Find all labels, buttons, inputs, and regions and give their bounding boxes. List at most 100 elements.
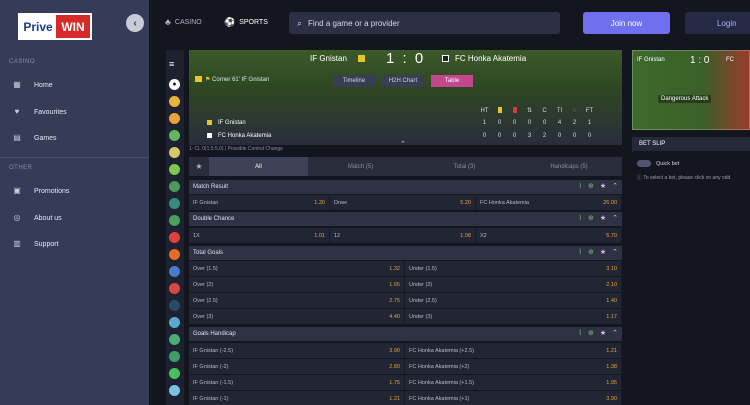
star-icon[interactable]: ★ (600, 182, 606, 190)
chevron-up-icon[interactable]: ⌃ (612, 214, 618, 222)
market-header-match-result[interactable]: Match Result ⌇ ⊕ ★ ⌃ (189, 180, 622, 194)
sidebar-item-about-us[interactable]: ◎ About us (0, 208, 149, 228)
quick-bet-toggle[interactable]: Quick bet (637, 160, 679, 167)
info-icon[interactable]: ⊕ (588, 214, 594, 222)
toggle-switch[interactable] (637, 160, 651, 167)
table-tennis-icon[interactable] (169, 334, 180, 345)
esports-icon[interactable] (169, 300, 180, 311)
odd-cell[interactable]: IF Gnistan (-2) 2.80 (189, 359, 405, 374)
collapse-header-icon[interactable]: ⌃ (400, 140, 406, 148)
stats-chart-icon[interactable]: ⌇ (579, 214, 582, 222)
odd-cell[interactable]: Over (2) 1.65 (189, 277, 405, 292)
tab-casino[interactable]: ♣ CASINO (165, 17, 202, 27)
odd-cell[interactable]: FC Honka Akatemia (+2.5) 1.21 (405, 343, 622, 358)
odd-cell[interactable]: FC Honka Akatemia (+1.5) 1.95 (405, 375, 622, 390)
odd-cell[interactable]: 12 1.08 (330, 228, 476, 243)
field-hockey-icon[interactable] (169, 215, 180, 226)
info-icon[interactable]: ⊕ (588, 182, 594, 190)
darts-icon[interactable] (169, 317, 180, 328)
search-input[interactable]: ⌕ Find a game or a provider (289, 12, 560, 34)
market-icons: ⌇ ⊕ ★ ⌃ (579, 329, 618, 337)
bet-slip-header[interactable]: BET SLIP (632, 137, 750, 151)
odd-cell[interactable]: IF Gnistan (-1.5) 1.75 (189, 375, 405, 390)
odd-cell[interactable]: Under (2) 2.10 (405, 277, 622, 292)
collapse-sidebar-button[interactable]: ‹ (126, 14, 144, 32)
chevron-up-icon[interactable]: ⌃ (612, 248, 618, 256)
golf-icon[interactable] (169, 198, 180, 209)
login-button[interactable]: Login (685, 12, 750, 34)
basketball-icon[interactable] (169, 96, 180, 107)
sidebar-item-games[interactable]: ▤ Games (0, 128, 149, 148)
info-icon[interactable]: ⊕ (588, 329, 594, 337)
brand-logo[interactable]: Prive WIN (18, 13, 92, 40)
odd-cell[interactable]: Over (2.5) 2.75 (189, 293, 405, 308)
odd-cell[interactable]: Over (1.5) 1.32 (189, 261, 405, 276)
join-now-button[interactable]: Join now (583, 12, 670, 34)
selection-label: Draw (334, 199, 347, 206)
tennis-icon[interactable] (169, 113, 180, 124)
stat-value: 0 (497, 119, 502, 126)
soccer-icon[interactable]: ● (169, 79, 180, 90)
tab-table[interactable]: Table (431, 75, 473, 87)
odd-cell[interactable]: FC Honka Akatemia 26.00 (476, 195, 622, 210)
sidebar-item-support[interactable]: ▥ Support (0, 234, 149, 254)
tab-total[interactable]: Total (3) (413, 157, 516, 176)
odd-cell[interactable]: Draw 5.20 (330, 195, 476, 210)
selection-label: Under (3) (409, 313, 433, 320)
info-icon[interactable]: ⊕ (588, 248, 594, 256)
odd-cell[interactable]: IF Gnistan (-2.5) 3.90 (189, 343, 405, 358)
search-placeholder: Find a game or a provider (308, 18, 400, 28)
american-football-icon[interactable] (169, 368, 180, 379)
star-icon[interactable]: ★ (600, 214, 606, 222)
stats-chart-icon[interactable]: ⌇ (579, 182, 582, 190)
odd-cell[interactable]: X2 5.70 (476, 228, 622, 243)
boxing-icon[interactable] (169, 232, 180, 243)
rugby-icon[interactable] (169, 283, 180, 294)
tab-h2h-chart[interactable]: H2H Chart (382, 75, 424, 87)
cricket-icon[interactable] (169, 181, 180, 192)
volleyball-icon[interactable] (169, 147, 180, 158)
odd-cell[interactable]: 1X 1.01 (189, 228, 330, 243)
market-row: IF Gnistan (-1.5) 1.75 FC Honka Akatemia … (189, 375, 622, 390)
odd-cell[interactable]: IF Gnistan (-1) 1.21 (189, 391, 405, 405)
market-header-double-chance[interactable]: Double Chance ⌇ ⊕ ★ ⌃ (189, 212, 622, 226)
odd-cell[interactable]: Under (1.5) 3.10 (405, 261, 622, 276)
stat-value: 0 (512, 119, 517, 126)
sidebar-item-home[interactable]: ▦ Home (0, 75, 149, 95)
stats-chart-icon[interactable]: ⌇ (579, 329, 582, 337)
hockey-icon[interactable] (169, 130, 180, 141)
star-icon[interactable]: ★ (600, 248, 606, 256)
odd-cell[interactable]: Under (2.5) 1.40 (405, 293, 622, 308)
odd-cell[interactable]: FC Honka Akatemia (+1) 3.90 (405, 391, 622, 405)
menu-icon[interactable]: ≡ (169, 60, 180, 69)
odd-cell[interactable]: Over (3) 4.40 (189, 309, 405, 324)
handball-icon[interactable] (169, 249, 180, 260)
tab-all[interactable]: All (209, 157, 308, 176)
odd-value: 3.10 (606, 265, 617, 272)
bet-slip-title: BET SLIP (639, 141, 666, 147)
chat-icon: ▥ (13, 239, 21, 248)
tab-match[interactable]: Match (5) (308, 157, 413, 176)
sidebar-item-promotions[interactable]: ▣ Promotions (0, 181, 149, 201)
odd-cell[interactable]: IF Gnistan 1.30 (189, 195, 330, 210)
tab-handicaps[interactable]: Handicaps (5) (516, 157, 622, 176)
odd-cell[interactable]: Under (3) 1.17 (405, 309, 622, 324)
sidebar-divider (0, 157, 149, 158)
stats-chart-icon[interactable]: ⌇ (579, 248, 582, 256)
tab-sports[interactable]: ⚽ SPORTS (224, 17, 268, 28)
chevron-up-icon[interactable]: ⌃ (612, 329, 618, 337)
market-header-total-goals[interactable]: Total Goals ⌇ ⊕ ★ ⌃ (189, 246, 622, 260)
tab-timeline[interactable]: Timeline (333, 75, 375, 87)
water-polo-icon[interactable] (169, 385, 180, 396)
match-score: 1 : 0 (386, 50, 426, 67)
star-icon[interactable]: ★ (600, 329, 606, 337)
favourite-star-icon[interactable]: ★ (189, 157, 209, 176)
baseball-icon[interactable] (169, 351, 180, 362)
chevron-up-icon[interactable]: ⌃ (612, 182, 618, 190)
market-header-goals-handicap[interactable]: Goals Handicap ⌇ ⊕ ★ ⌃ (189, 327, 622, 341)
sidebar-item-favourites[interactable]: ♥ Favourites (0, 102, 149, 122)
badminton-icon[interactable] (169, 164, 180, 175)
odd-cell[interactable]: FC Honka Akatemia (+2) 1.38 (405, 359, 622, 374)
snooker-icon[interactable] (169, 266, 180, 277)
selection-label: FC Honka Akatemia (480, 199, 529, 206)
